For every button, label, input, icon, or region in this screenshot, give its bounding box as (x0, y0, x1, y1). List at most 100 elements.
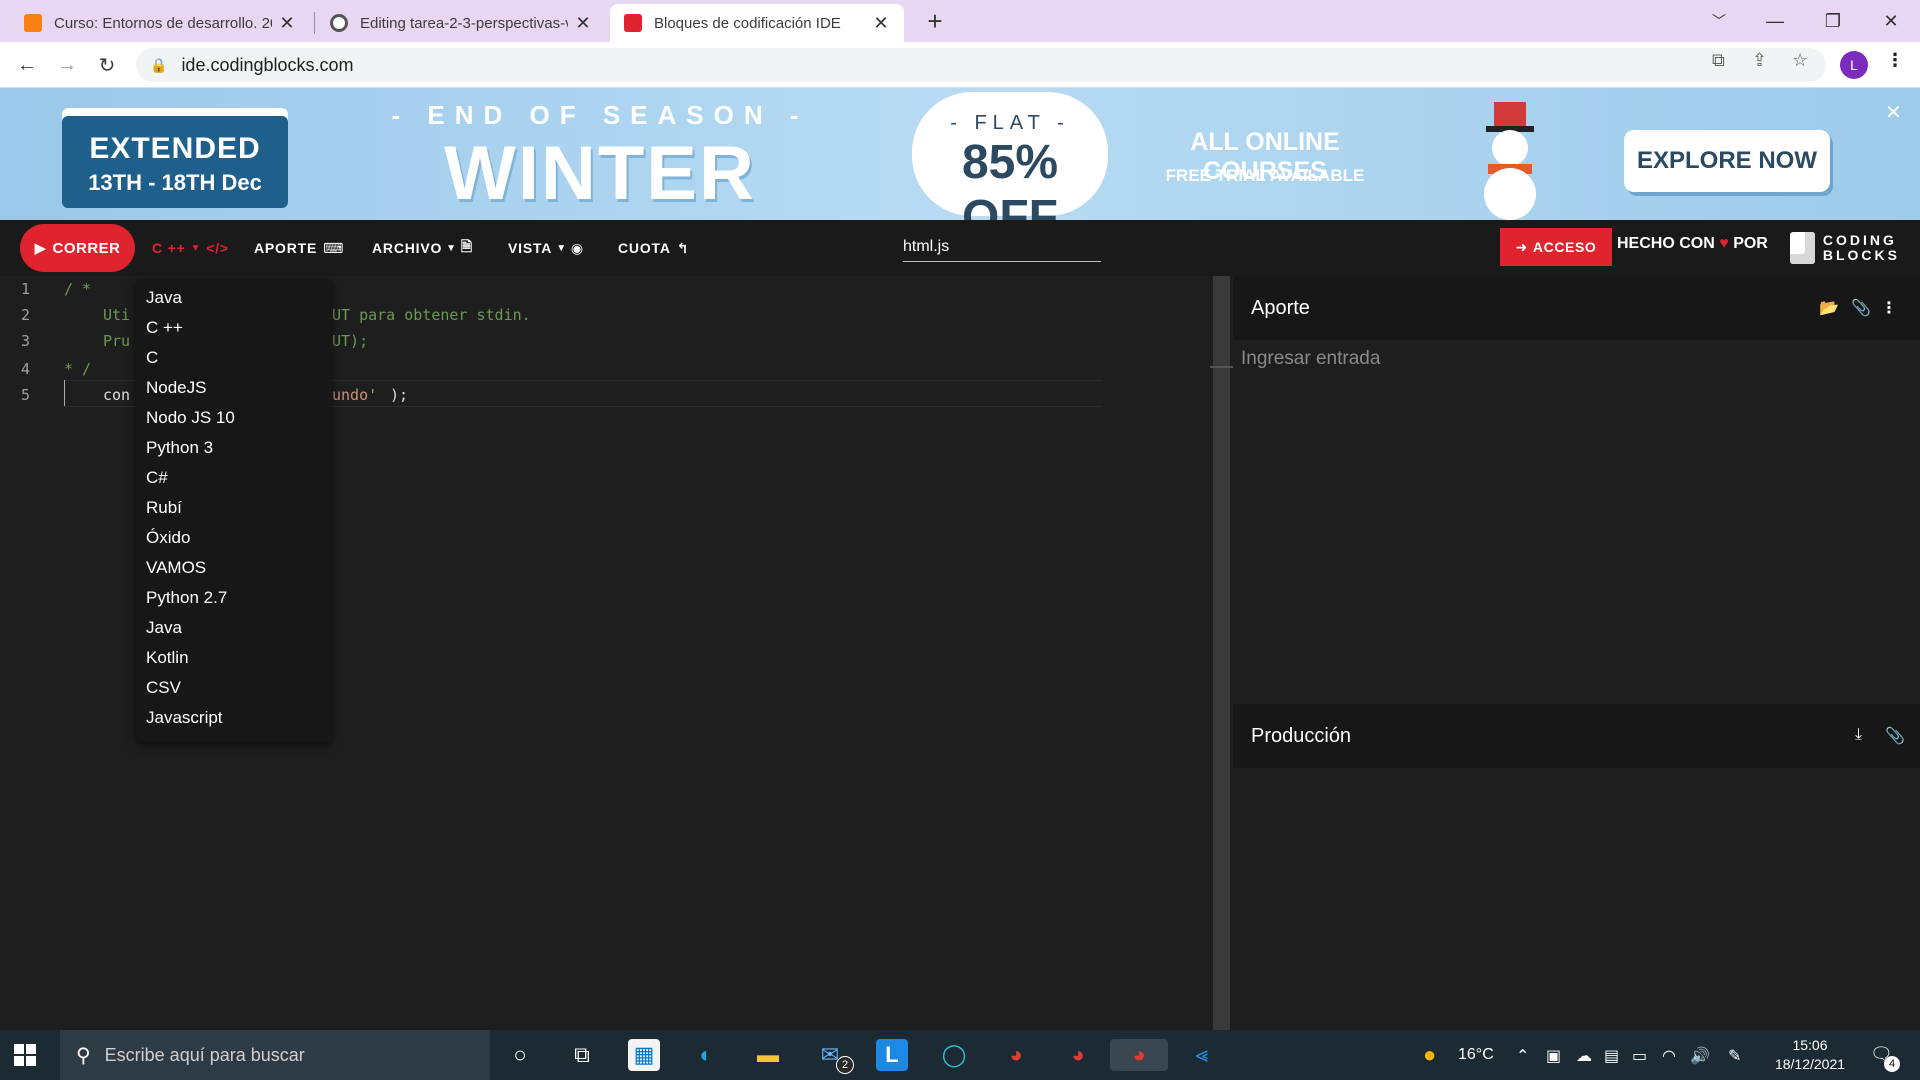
eye-icon: ◉ (570, 239, 584, 256)
windows-start-icon[interactable] (14, 1044, 36, 1066)
discount-value: 85% OFF (961, 136, 1059, 220)
browser-tab-active[interactable]: Bloques de codificación IDE ✕ (610, 4, 904, 42)
tray-app-icon[interactable]: ▣ (1546, 1046, 1561, 1066)
chrome-profile-icon[interactable]: ◕ (1062, 1039, 1094, 1071)
output-panel-header: Producción (1233, 704, 1920, 768)
input-panel: Aporte 📂 📎 ⋮ Ingresar entrada (1233, 276, 1920, 704)
tray-monitor-icon[interactable]: ▤ (1604, 1046, 1619, 1066)
tab-search-icon[interactable]: ﹀ (1696, 4, 1742, 38)
cortana-icon[interactable]: ○ (504, 1039, 536, 1071)
language-option[interactable]: Kotlin (146, 644, 189, 672)
language-option[interactable]: CSV (146, 674, 181, 702)
translate-icon[interactable]: ⧉ (1712, 50, 1725, 71)
system-clock[interactable]: 15:06 18/12/2021 (1765, 1036, 1855, 1074)
extended-label: EXTENDED (89, 132, 261, 165)
language-selector[interactable]: C ++ ▼ </> (152, 236, 229, 260)
tab-title: Bloques de codificación IDE (654, 14, 841, 32)
language-option[interactable]: NodeJS (146, 374, 206, 402)
language-option[interactable]: Python 3 (146, 434, 213, 462)
restore-icon[interactable]: ❐ (1810, 4, 1856, 38)
code-icon: </> (206, 240, 229, 256)
input-menu[interactable]: APORTE ⌨ (254, 236, 344, 260)
pen-icon[interactable]: ✎ (1728, 1046, 1741, 1066)
profile-avatar[interactable]: L (1840, 51, 1868, 79)
language-option[interactable]: Nodo JS 10 (146, 404, 235, 432)
stdin-input[interactable]: Ingresar entrada (1241, 348, 1380, 370)
more-options-icon[interactable]: ⋮ (1881, 298, 1897, 318)
language-option[interactable]: C ++ (146, 314, 183, 342)
chrome-icon[interactable]: ◕ (1000, 1039, 1032, 1071)
code-fragment: UT para obtener stdin. (332, 306, 531, 324)
bookmark-star-icon[interactable]: ☆ (1792, 50, 1808, 71)
close-tab-icon[interactable]: ✕ (278, 13, 296, 34)
download-icon[interactable]: ⤓ (1855, 726, 1862, 744)
line-number: 4 (20, 360, 30, 378)
chrome-active-icon[interactable]: ◕ (1110, 1039, 1168, 1071)
minimize-icon[interactable]: — (1752, 4, 1798, 38)
filename-field[interactable]: html.js (903, 232, 1101, 262)
code-fragment: Uti (103, 306, 131, 324)
run-button[interactable]: ▶ CORRER (20, 224, 135, 272)
folder-open-icon[interactable]: 📂 (1819, 298, 1839, 318)
language-option[interactable]: Javascript (146, 704, 223, 732)
splitter-grip[interactable] (1210, 366, 1234, 368)
taskbar-search[interactable]: ⚲ Escribe aquí para buscar (60, 1030, 490, 1080)
language-option[interactable]: Rubí (146, 494, 182, 522)
made-with-credit: HECHO CON ♥ POR (1617, 235, 1768, 253)
back-arrow-icon[interactable]: ← (12, 50, 42, 80)
promo-banner[interactable]: EXTENDED 13TH - 18TH Dec - END OF SEASON… (0, 88, 1920, 220)
vscode-icon[interactable]: ⪡ (1186, 1039, 1218, 1071)
task-view-icon[interactable]: ⧉ (566, 1039, 598, 1071)
share-icon[interactable]: ⇪ (1752, 50, 1767, 71)
paperclip-icon[interactable]: 📎 (1885, 726, 1905, 746)
temperature[interactable]: 16°C (1458, 1046, 1494, 1064)
language-option[interactable]: Java (146, 614, 182, 642)
winter-sale-headline: WINTER SALE (444, 131, 756, 220)
banner-close-icon[interactable]: ✕ (1885, 100, 1902, 125)
browser-menu-icon[interactable]: ⋮ (1886, 50, 1904, 71)
close-tab-icon[interactable]: ✕ (872, 13, 890, 34)
line-number: 3 (20, 332, 30, 350)
battery-icon[interactable]: ▭ (1632, 1046, 1647, 1066)
language-label: C ++ (152, 240, 186, 256)
coding-blocks-logo[interactable]: CODING BLOCKS (1790, 226, 1900, 270)
weather-sun-icon[interactable]: ● (1423, 1042, 1436, 1068)
language-option[interactable]: Java (146, 284, 182, 312)
window-close-icon[interactable]: ✕ (1868, 4, 1914, 38)
cube-logo-icon (1790, 232, 1815, 264)
tab-title: Editing tarea-2-3-perspectivas-vi (360, 14, 568, 32)
onedrive-icon[interactable]: ☁ (1576, 1046, 1592, 1066)
explore-now-button[interactable]: EXPLORE NOW (1624, 130, 1830, 192)
view-menu[interactable]: VISTA ▼ ◉ (508, 236, 584, 260)
login-button[interactable]: ➜ ACCESO (1500, 228, 1612, 266)
panel-splitter[interactable] (1210, 276, 1234, 1030)
view-menu-label: VISTA (508, 240, 553, 256)
tray-chevron-icon[interactable]: ⌃ (1516, 1046, 1529, 1066)
language-option[interactable]: C (146, 344, 158, 372)
wifi-icon[interactable]: ◠ (1662, 1046, 1676, 1066)
paperclip-icon[interactable]: 📎 (1851, 298, 1871, 318)
alexa-icon[interactable]: ◯ (938, 1039, 970, 1071)
language-option[interactable]: C# (146, 464, 168, 492)
share-arrow-icon: ↰ (676, 239, 690, 256)
line-number: 5 (20, 386, 30, 404)
new-tab-button[interactable]: + (912, 4, 958, 38)
browser-tab[interactable]: Editing tarea-2-3-perspectivas-vi ✕ (316, 4, 606, 42)
code-fragment: con (103, 386, 131, 404)
browser-tab[interactable]: Curso: Entornos de desarrollo. 20 ✕ (10, 4, 310, 42)
file-explorer-icon[interactable]: ▬ (752, 1039, 784, 1071)
code-fragment: ); (381, 386, 409, 404)
reload-icon[interactable]: ↻ (92, 50, 122, 80)
app-l-icon[interactable]: L (876, 1039, 908, 1071)
store-icon[interactable]: ▦ (628, 1039, 660, 1071)
edge-icon[interactable]: ◐ (690, 1039, 722, 1071)
forward-arrow-icon[interactable]: → (52, 50, 82, 80)
quota-menu[interactable]: CUOTA ↰ (618, 236, 689, 260)
address-bar[interactable]: 🔒 ide.codingblocks.com (136, 48, 1826, 82)
language-option[interactable]: VAMOS (146, 554, 206, 582)
language-option[interactable]: Python 2.7 (146, 584, 227, 612)
close-tab-icon[interactable]: ✕ (574, 13, 592, 34)
language-option[interactable]: Óxido (146, 524, 190, 552)
volume-icon[interactable]: 🔊 (1690, 1046, 1710, 1066)
file-menu[interactable]: ARCHIVO ▼ 🗎 (372, 236, 473, 260)
